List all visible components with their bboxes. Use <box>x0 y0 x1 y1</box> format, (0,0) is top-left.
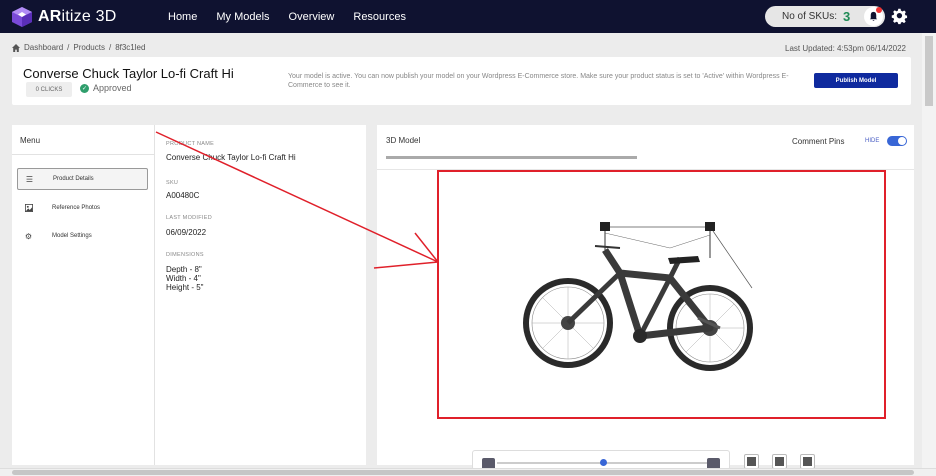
notification-dot <box>876 7 882 13</box>
expand-icon <box>775 457 784 466</box>
breadcrumb-separator: / <box>108 43 112 52</box>
menu-item-reference-photos[interactable]: Reference Photos <box>17 197 148 219</box>
app-logo[interactable]: ARitize 3D <box>11 6 151 28</box>
dimensions-label: DIMENSIONS <box>166 252 204 258</box>
settings-icon: ⚙ <box>24 231 33 241</box>
comment-pins-toggle[interactable] <box>887 136 907 146</box>
annotation-highlight-box <box>437 170 886 419</box>
hide-label: HIDE <box>865 138 880 144</box>
sku-field-label: SKU <box>166 180 179 186</box>
last-updated: Last Updated: 4:53pm 06/14/2022 <box>785 44 906 53</box>
product-header-card: Converse Chuck Taylor Lo-fi Craft Hi 0 C… <box>12 57 911 105</box>
rotate-tool-button[interactable] <box>744 454 759 469</box>
details-panel: Menu ☰ Product Details Reference Photos … <box>12 125 366 465</box>
publish-message: Your model is active. You can now publis… <box>288 73 789 89</box>
viewer-progress-bar <box>386 156 637 159</box>
vertical-scrollbar-thumb[interactable] <box>925 36 933 106</box>
notifications-button[interactable] <box>864 7 883 26</box>
expand-tool-button[interactable] <box>772 454 787 469</box>
rotate-icon <box>747 457 756 466</box>
camera-icon <box>803 457 812 466</box>
app-name: ARitize 3D <box>38 7 117 25</box>
status-text: Approved <box>93 83 132 93</box>
nav-resources[interactable]: Resources <box>353 11 406 23</box>
list-icon: ☰ <box>25 174 34 184</box>
breadcrumb-separator: / <box>67 43 70 52</box>
breadcrumb: Dashboard / Products / 8f3c1led <box>12 43 145 52</box>
product-title: Converse Chuck Taylor Lo-fi Craft Hi <box>23 66 234 81</box>
viewer-slider-thumb[interactable] <box>600 459 607 466</box>
cube-logo-icon <box>12 6 32 27</box>
product-name-value: Converse Chuck Taylor Lo-fi Craft Hi <box>166 153 296 162</box>
dimension-height: Height - 5" <box>166 283 204 292</box>
sku-label: No of SKUs: <box>782 11 838 22</box>
comment-pins-label: Comment Pins <box>792 137 845 146</box>
screenshot-tool-button[interactable] <box>800 454 815 469</box>
check-icon: ✓ <box>80 83 89 93</box>
breadcrumb-dashboard[interactable]: Dashboard <box>24 43 63 52</box>
publish-model-button[interactable]: Publish Model <box>814 73 898 88</box>
main-nav: Home My Models Overview Resources <box>168 11 425 23</box>
horizontal-scrollbar-thumb[interactable] <box>12 470 914 475</box>
menu-item-label: Model Settings <box>52 233 92 239</box>
status-badge: ✓ Approved <box>80 83 132 93</box>
menu-item-label: Product Details <box>53 176 94 182</box>
last-modified-label: LAST MODIFIED <box>166 215 212 221</box>
viewer-title: 3D Model <box>386 136 421 145</box>
home-icon[interactable] <box>12 43 20 52</box>
menu-title: Menu <box>20 136 41 145</box>
toggle-knob <box>898 137 906 145</box>
gear-icon[interactable] <box>891 8 908 25</box>
product-name-label: PRODUCT NAME <box>166 141 215 147</box>
clicks-badge: 0 CLICKS <box>26 82 72 97</box>
sku-count: 3 <box>843 9 851 24</box>
menu-item-label: Reference Photos <box>52 205 101 211</box>
breadcrumb-current: 8f3c1led <box>115 43 146 52</box>
dimension-depth: Depth - 8" <box>166 265 202 274</box>
breadcrumb-products[interactable]: Products <box>73 43 105 52</box>
nav-my-models[interactable]: My Models <box>216 11 269 23</box>
menu-item-model-settings[interactable]: ⚙ Model Settings <box>17 225 148 247</box>
photo-icon <box>24 204 33 213</box>
last-modified-value: 06/09/2022 <box>166 228 207 237</box>
menu-item-product-details[interactable]: ☰ Product Details <box>17 168 148 190</box>
nav-home[interactable]: Home <box>168 11 197 23</box>
dimension-width: Width - 4" <box>166 274 201 283</box>
sku-field-value: A00480C <box>166 191 200 200</box>
nav-overview[interactable]: Overview <box>289 11 335 23</box>
panel-divider <box>154 125 155 465</box>
menu-divider <box>12 154 154 155</box>
